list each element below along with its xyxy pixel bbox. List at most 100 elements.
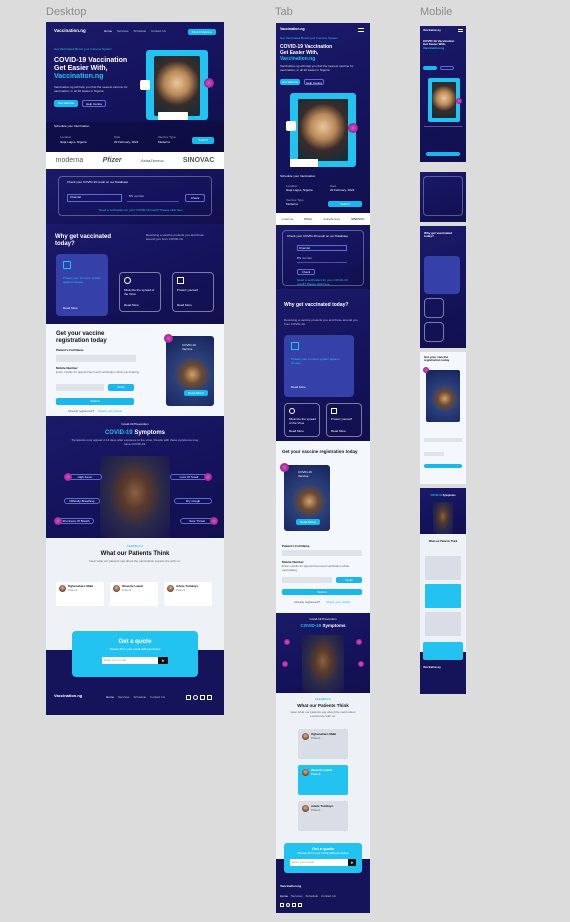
tab-date-value[interactable]: 20 February, 2022 <box>330 188 354 193</box>
footer-link-schedule[interactable]: Schedule <box>134 695 147 700</box>
tab-schedule-submit-button[interactable]: Submit <box>328 201 362 207</box>
type-value[interactable]: Moderna <box>158 140 170 145</box>
tab-location-value[interactable]: Ikeja Lagos, Nigeria <box>286 188 313 193</box>
tab-help-centre-button[interactable]: Help Centre <box>304 79 324 85</box>
hero-title: COVID-19 Vaccination Get Easier With, Va… <box>54 57 144 81</box>
hamburger-icon[interactable] <box>358 28 364 32</box>
send-icon[interactable]: ➤ <box>348 859 356 866</box>
why-card-1-link[interactable]: Read More <box>63 306 78 311</box>
tab-footer-link-schedule[interactable]: Schedule <box>306 894 319 899</box>
location-value[interactable]: Ikeja Lagos, Nigeria <box>60 140 87 145</box>
nav-schedule[interactable]: Schedule <box>134 29 147 34</box>
why-desc: Receiving a vaccine protects you and tho… <box>146 233 204 241</box>
check-input-2[interactable]: BN number <box>127 194 179 202</box>
tab-brand-logo[interactable]: Vaccination.ng <box>280 27 305 31</box>
tab-testimonials-section: FEEDBACK What our Patients Think Hear wh… <box>276 693 370 849</box>
verify-button[interactable]: Verify <box>108 384 134 391</box>
tab-footer-logo[interactable]: Vaccination.ng <box>280 884 301 889</box>
tab-verify-button[interactable]: Verify <box>336 577 362 583</box>
virus-icon <box>64 473 72 481</box>
facebook-icon[interactable] <box>207 695 212 700</box>
mobile-frame-label: Mobile <box>420 6 453 18</box>
nav-contact[interactable]: Contact Us <box>151 29 166 34</box>
instagram-icon[interactable] <box>286 903 290 907</box>
instagram-icon[interactable] <box>193 695 198 700</box>
mobile-help-centre-button[interactable] <box>440 66 454 70</box>
tab-name-label: Patient's Full Name <box>282 544 310 548</box>
youtube-icon[interactable] <box>280 903 284 907</box>
mobile-name-input[interactable] <box>424 438 462 442</box>
date-value[interactable]: 20 February, 2022 <box>114 140 138 145</box>
tab-get-vaccine-button[interactable]: Get Vaccine <box>280 79 300 85</box>
tab-type-value[interactable]: Moderna <box>286 202 298 207</box>
name-input[interactable] <box>56 355 136 362</box>
footer-link-contact[interactable]: Contact Us <box>150 695 165 700</box>
check-input-1[interactable]: Chemist <box>67 194 122 202</box>
why-card-2[interactable]: Minimize the spread of the Virus Read Mo… <box>119 272 161 312</box>
why-card-3-title: Protect yourself <box>177 288 198 292</box>
symptom-4: Dry Cough <box>174 498 212 504</box>
tab-register-photo-button[interactable]: Read Below <box>296 519 320 525</box>
hamburger-icon[interactable] <box>458 29 463 32</box>
get-vaccine-button[interactable]: Get Vaccine <box>54 100 78 107</box>
register-footer-link[interactable]: Check your status <box>98 409 122 414</box>
schedule-submit-button[interactable]: Submit <box>192 137 214 144</box>
tab-register-submit-button[interactable]: Submit <box>282 589 362 595</box>
why-card-2-link[interactable]: Read More <box>124 303 139 308</box>
footer-link-services[interactable]: Services <box>118 695 130 700</box>
tab-footer-link-home[interactable]: Home <box>280 894 288 899</box>
register-photo-button[interactable]: Read Below <box>184 390 208 396</box>
tab-check-note[interactable]: Need a verification for your COVID-19 re… <box>297 278 357 286</box>
tab-footer-link-services[interactable]: Services <box>291 894 303 899</box>
mobile-hero-photo <box>432 82 456 118</box>
mobile-schedule-submit-button[interactable] <box>426 152 460 156</box>
mobile-divider <box>424 126 462 127</box>
tab-why-card-1-link[interactable]: Read More <box>291 385 306 390</box>
help-centre-button[interactable]: Help Centre <box>82 100 106 107</box>
tab-why-card-2-link[interactable]: Read More <box>289 429 304 434</box>
mobile-brand-logo[interactable]: Vaccination.ng <box>423 29 441 32</box>
why-card-1[interactable]: Protect your immune system against virus… <box>56 254 108 316</box>
check-note[interactable]: Need a verification for your COVID-19 re… <box>99 208 183 213</box>
mobile-register-submit-button[interactable] <box>424 464 462 468</box>
mobile-hint: Enter mobile for appointment and verific… <box>56 370 140 374</box>
why-card-3-link[interactable]: Read More <box>177 303 192 308</box>
tab-why-card-3[interactable]: Protect yourself Read More <box>326 403 362 437</box>
nav-services[interactable]: Services <box>117 29 129 34</box>
mobile-why-card-2[interactable] <box>424 298 444 318</box>
tab-mobile-input[interactable] <box>282 577 332 583</box>
why-card-3[interactable]: Protect yourself Read More <box>172 272 214 312</box>
mobile-why-card-1[interactable] <box>424 256 460 294</box>
mobile-footer-logo[interactable]: Vaccination.ng <box>423 666 441 669</box>
footer-logo[interactable]: Vaccination.ng <box>54 693 82 699</box>
tab-check-button[interactable]: Check <box>297 269 315 275</box>
mobile-get-vaccine-button[interactable] <box>423 66 437 70</box>
virus-icon <box>358 661 364 667</box>
tab-why-card-3-link[interactable]: Read More <box>331 429 346 434</box>
tab-why-card-2[interactable]: Minimize the spread of the Virus Read Mo… <box>284 403 320 437</box>
check-button[interactable]: Check <box>185 194 205 202</box>
youtube-icon[interactable] <box>186 695 191 700</box>
register-submit-button[interactable]: Submit <box>56 398 134 405</box>
facebook-icon[interactable] <box>298 903 302 907</box>
mobile-input[interactable] <box>56 384 104 391</box>
brand-logo[interactable]: Vaccination.ng <box>54 28 86 33</box>
tab-quote-email-input[interactable]: Enter your email <box>290 859 348 866</box>
twitter-icon[interactable] <box>292 903 296 907</box>
tab-why-card-1[interactable]: Protect your immune system against virus… <box>284 335 354 397</box>
mobile-quote-card <box>423 642 463 660</box>
quote-email-input[interactable]: Enter your email <box>102 657 158 664</box>
find-vaccine-button[interactable]: Find A Vaccine <box>188 29 216 35</box>
tab-register-footer-link[interactable]: Check your status <box>326 600 350 605</box>
mobile-why-card-3[interactable] <box>424 322 444 342</box>
tab-check-input-1[interactable]: Chemist <box>297 245 347 251</box>
tab-testimonial-role-2: Patient <box>311 772 321 776</box>
send-icon[interactable]: ➤ <box>158 657 168 664</box>
mobile-mobile-input[interactable] <box>424 452 444 456</box>
nav-home[interactable]: Home <box>104 29 112 34</box>
twitter-icon[interactable] <box>200 695 205 700</box>
tab-footer-link-contact[interactable]: Contact Us <box>321 894 336 899</box>
footer-link-home[interactable]: Home <box>106 695 114 700</box>
tab-name-input[interactable] <box>282 550 362 556</box>
tab-check-input-2[interactable]: BN number <box>297 256 347 263</box>
